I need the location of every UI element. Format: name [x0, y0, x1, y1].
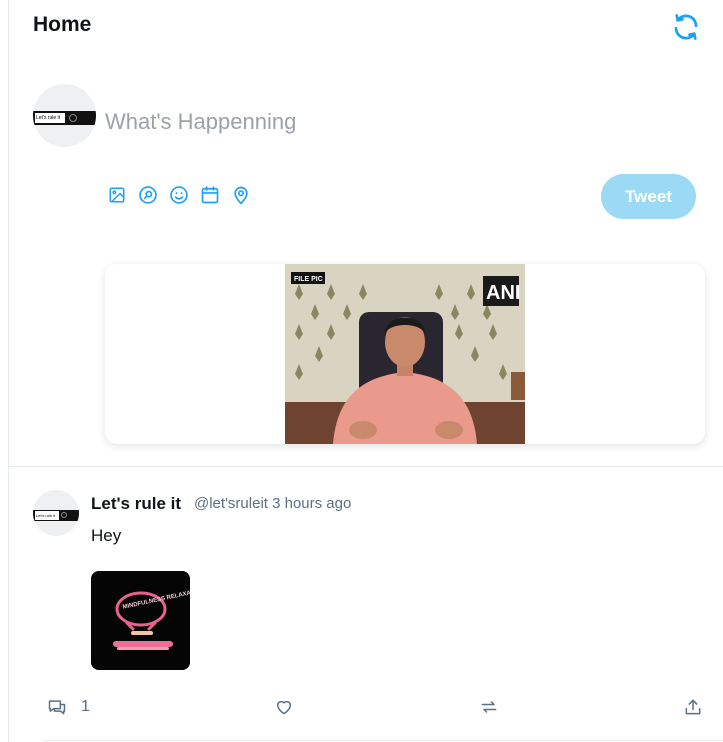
add-location-button[interactable] [230, 184, 252, 206]
news-photo: FILE PIC ANI [285, 264, 525, 444]
photo-badge-right: ANI [486, 282, 520, 304]
emoji-icon [170, 186, 188, 204]
reply-button[interactable]: 1 [47, 690, 90, 724]
tweet-text: Hey [91, 526, 122, 545]
share-icon [685, 699, 701, 715]
comment-icon [48, 700, 66, 715]
divider [9, 466, 723, 467]
add-emoji-button[interactable] [168, 184, 190, 206]
tweet-handle-time: @let'sruleit 3 hours ago [194, 495, 352, 512]
reply-count: 1 [81, 698, 90, 715]
page-title: Home [33, 13, 92, 36]
image-icon [109, 187, 125, 203]
add-gif-button[interactable] [137, 184, 159, 206]
add-image-button[interactable] [106, 184, 128, 206]
tweet-avatar[interactable]: Let's rule it [33, 490, 79, 536]
tweet-author-name[interactable]: Let's rule it [91, 494, 181, 514]
avatar-dot [69, 114, 77, 122]
composer-avatar[interactable]: Let's rule it [33, 84, 96, 147]
compose-input[interactable] [105, 104, 665, 140]
schedule-button[interactable] [199, 184, 221, 206]
feed-header: Home [9, 0, 723, 54]
retweet-button[interactable] [479, 690, 499, 724]
avatar-dot [61, 512, 67, 518]
home-feed: Home Let's rule it What's Happenning Twe… [8, 0, 723, 742]
news-photo-graphic: FILE PIC ANI [285, 264, 525, 444]
like-button[interactable] [274, 690, 294, 724]
news-preview-card[interactable]: FILE PIC ANI [105, 264, 705, 444]
tweet-media-graphic: MINDFULNESS RELAXATION [91, 571, 190, 670]
avatar-label: Let's rule it [35, 511, 59, 520]
heart-icon [277, 700, 291, 715]
photo-badge-left: FILE PIC [294, 276, 323, 283]
share-button[interactable] [683, 690, 703, 724]
avatar-strip: Let's rule it [33, 111, 96, 125]
location-icon [234, 186, 248, 205]
avatar-strip: Let's rule it [33, 510, 79, 521]
tweet-actions: 1 [9, 690, 723, 724]
refresh-button[interactable] [669, 10, 703, 44]
refresh-icon [674, 14, 698, 40]
composer-toolbar [106, 184, 252, 206]
tweet-button[interactable]: Tweet [601, 174, 696, 219]
retweet-icon [481, 701, 497, 713]
bottom-divider [43, 740, 723, 741]
avatar-label: Let's rule it [35, 113, 65, 123]
calendar-icon [201, 186, 219, 204]
gif-search-icon [139, 186, 157, 204]
tweet-media[interactable]: MINDFULNESS RELAXATION [91, 571, 190, 670]
